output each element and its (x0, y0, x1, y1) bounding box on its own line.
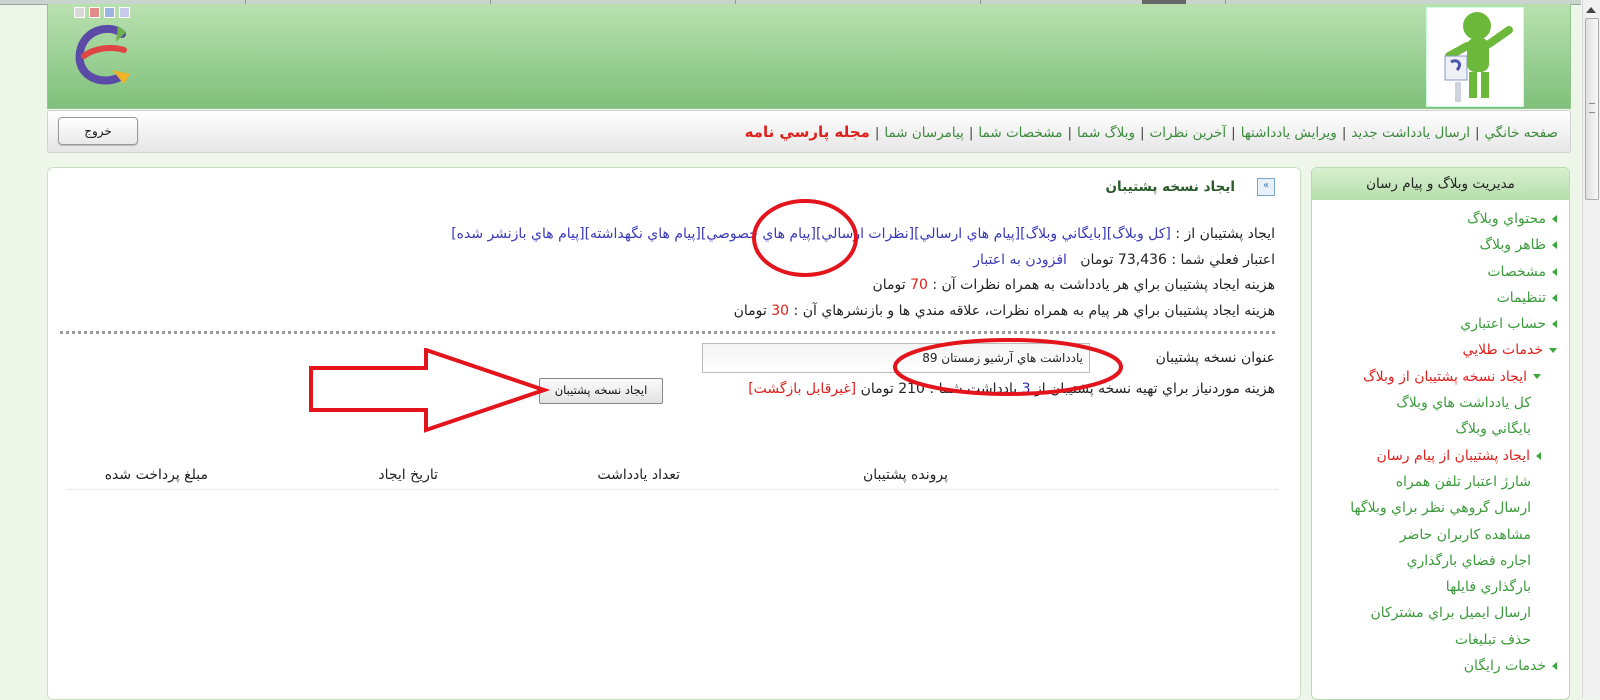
arrow-down-icon (1533, 374, 1541, 380)
sidebar-item-mobile-charge[interactable]: شارژ اعتبار تلفن همراه (1312, 469, 1569, 495)
cost-per-post-value: 70 (910, 277, 928, 293)
option-sent-comments[interactable]: [نظرات ارسالي] (816, 226, 914, 242)
option-sent-messages[interactable]: [پيام هاي ارسالي] (914, 226, 1020, 242)
sidebar-item-messenger-backup[interactable]: ايجاد پشتيبان از پيام رسان (1312, 443, 1569, 469)
site-header (47, 4, 1571, 109)
backup-table-header: پرونده پشتيبان تعداد يادداشت تاريخ ايجاد… (68, 465, 1278, 490)
sidebar-item-blog-backup[interactable]: ايجاد نسخه پشتيبان از وبلاگ (1312, 364, 1569, 390)
sidebar-item-blog-content[interactable]: محتواي وبلاگ (1312, 206, 1569, 232)
arrow-down-icon (1549, 347, 1557, 353)
option-whole-blog[interactable]: [كل وبلاگ] (1107, 226, 1171, 242)
collapse-icon[interactable]: » (1257, 178, 1275, 196)
arrow-left-icon (1536, 451, 1541, 460)
cost-per-post-row: هزينه ايجاد پشتيبان براي هر يادداشت به ه… (872, 277, 1275, 293)
page-scrollbar[interactable] (1582, 0, 1600, 698)
page-title: »ايجاد نسخه پشتيبان (1106, 178, 1275, 196)
sidebar-title: مديريت وبلاگ و پيام رسان (1312, 168, 1569, 200)
required-cost-row: هزينه موردنياز براي تهيه نسخه پشتيبان از… (748, 381, 1275, 397)
sidebar-item-settings[interactable]: تنظيمات (1312, 285, 1569, 311)
sidebar-item-blog-appearance[interactable]: ظاهر وبلاگ (1312, 232, 1569, 258)
sidebar-item-email-subscribers[interactable]: ارسال ايميل براي مشتركان (1312, 600, 1569, 626)
sidebar-item-profile[interactable]: مشخصات (1312, 259, 1569, 285)
required-count: 3 (1021, 381, 1031, 397)
option-blog-archive[interactable]: [بايگاني وبلاگ] (1020, 226, 1107, 242)
nav-new-post[interactable]: ارسال يادداشت جديد (1351, 125, 1470, 141)
main-content: »ايجاد نسخه پشتيبان ايجاد پشتيبان از : [… (47, 167, 1301, 700)
arrow-left-icon (1552, 215, 1557, 223)
backup-source-row: ايجاد پشتيبان از : [كل وبلاگ][بايگاني وب… (451, 226, 1275, 242)
scroll-up-icon[interactable] (1586, 7, 1596, 13)
logout-button[interactable]: خروج (58, 117, 138, 145)
required-cost-value: 210 (898, 381, 925, 397)
arrow-left-icon (1552, 241, 1557, 250)
sidebar-menu: محتواي وبلاگ ظاهر وبلاگ مشخصات تنظيمات ح… (1312, 206, 1569, 679)
arrow-left-icon (1552, 267, 1557, 276)
sidebar-item-remove-ads[interactable]: حذف تبليغات (1312, 627, 1569, 653)
credit-value: 73,436 (1117, 252, 1167, 268)
nav-edit-posts[interactable]: ويرايش يادداشتها (1241, 125, 1337, 141)
sidebar-item-upload-space[interactable]: اجاره فضاي بارگذاري (1312, 548, 1569, 574)
arrow-left-icon (1552, 662, 1557, 671)
sidebar-item-free-services[interactable]: خدمات رايگان (1312, 653, 1569, 679)
sidebar-item-upload-files[interactable]: بارگذاري فايلها (1312, 574, 1569, 600)
cost-per-message-value: 30 (771, 303, 790, 319)
nav-your-profile[interactable]: مشخصات شما (978, 125, 1062, 141)
sidebar-item-online-users[interactable]: مشاهده كاربران حاضر (1312, 522, 1569, 548)
mascot-image (1426, 7, 1524, 107)
cost-per-message-row: هزينه ايجاد پشتيبان براي هر پيام به همرا… (733, 303, 1275, 319)
non-refundable-note: [غيرقابل بازگشت] (748, 381, 857, 397)
nav-latest-comments[interactable]: آخرين نظرات (1150, 125, 1227, 141)
logo-color-squares (74, 7, 134, 18)
nav-magazine[interactable]: مجله پارسي نامه (745, 123, 870, 141)
col-post-count: تعداد يادداشت (597, 467, 680, 483)
nav-your-messenger[interactable]: پيامرسان شما (884, 125, 963, 141)
sidebar-item-group-comments[interactable]: ارسال گروهي نظر براي وبلاگها (1312, 495, 1569, 521)
col-amount-paid: مبلغ پرداخت شده (104, 467, 208, 483)
sidebar-item-all-posts[interactable]: كل يادداشت هاي وبلاگ (1312, 390, 1569, 416)
col-created-date: تاريخ ايجاد (378, 467, 438, 483)
nav-home[interactable]: صفحه خانگي (1485, 125, 1558, 141)
sidebar-item-credit-account[interactable]: حساب اعتباري (1312, 311, 1569, 337)
create-backup-button[interactable]: ايجاد نسخه پشتيبان (539, 378, 663, 404)
add-credit-link[interactable]: افزودن به اعتبار (973, 252, 1067, 268)
sidebar-item-blog-archive[interactable]: بايگاني وبلاگ (1312, 416, 1569, 442)
backup-title-input[interactable] (702, 343, 1090, 373)
col-backup-file: پرونده پشتيبان (862, 467, 948, 483)
sidebar: مديريت وبلاگ و پيام رسان محتواي وبلاگ ظا… (1311, 167, 1570, 700)
nav-your-blog[interactable]: وبلاگ شما (1077, 125, 1135, 141)
arrow-left-icon (1552, 320, 1557, 329)
option-private-messages[interactable]: [پيام هاي خصوصي] (701, 226, 816, 242)
top-navigation: صفحه خانگي|ارسال يادداشت جديد|ويرايش ياد… (47, 110, 1571, 153)
arrow-left-icon (1552, 293, 1557, 302)
dotted-divider (60, 331, 1275, 334)
credit-row: اعتبار فعلي شما : 73,436 تومان افزودن به… (973, 252, 1275, 268)
backup-title-label: عنوان نسخه پشتيبان (1155, 350, 1275, 366)
option-kept-messages[interactable]: [پيام هاي نگهداشته] (585, 226, 701, 242)
nav-links: صفحه خانگي|ارسال يادداشت جديد|ويرايش ياد… (744, 123, 1558, 141)
sidebar-item-gold-services[interactable]: خدمات طلايي (1312, 337, 1569, 363)
scroll-thumb[interactable] (1585, 18, 1599, 200)
option-reshared-messages[interactable]: [پيام هاي بازنشر شده] (451, 226, 584, 242)
blogfa-logo-icon[interactable] (72, 22, 136, 88)
